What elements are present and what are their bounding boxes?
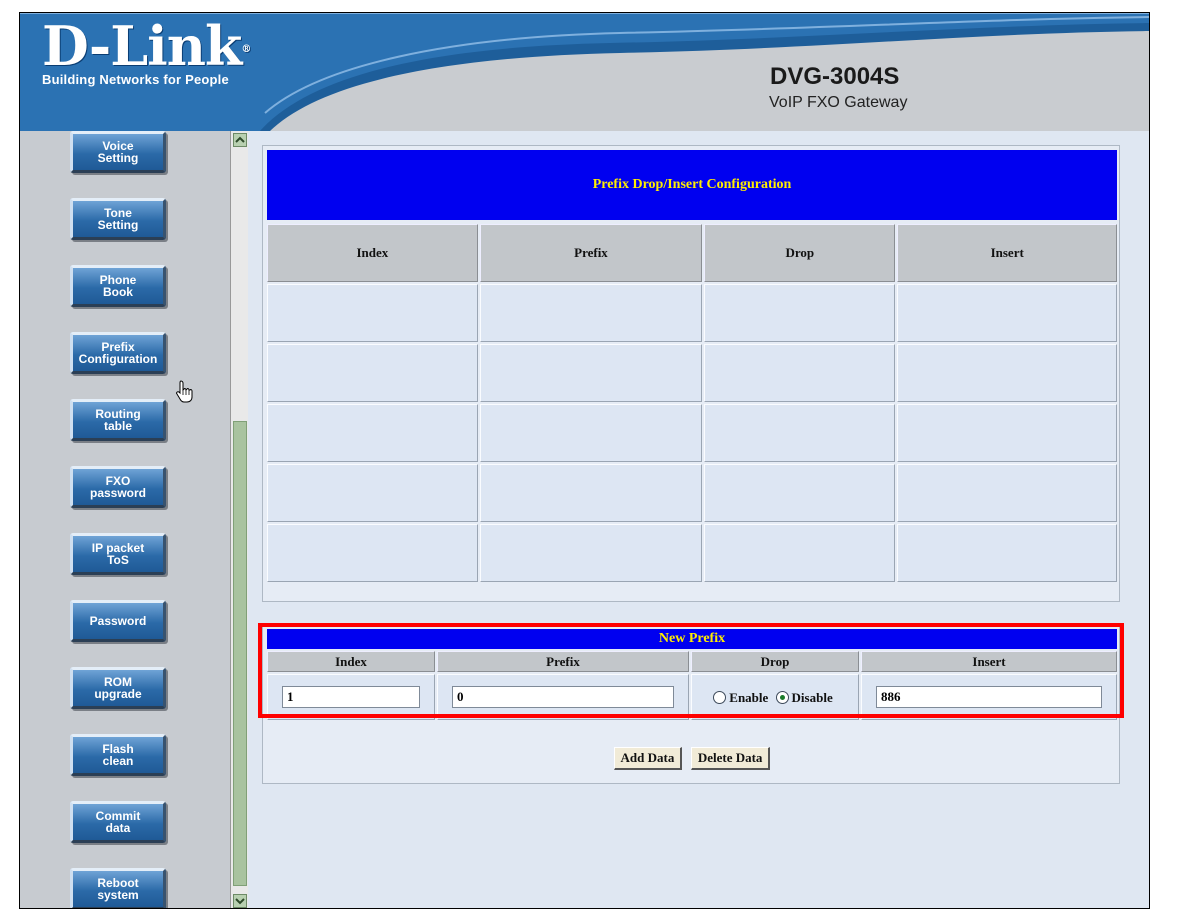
table-cell <box>479 464 703 522</box>
drop-enable-label: Enable <box>729 689 769 705</box>
column-header-drop: Drop <box>691 651 859 672</box>
column-header-prefix: Prefix <box>479 224 703 282</box>
sidebar-item-label: Prefix Configuration <box>78 340 158 366</box>
sidebar-item-label: ROM upgrade <box>94 675 142 701</box>
index-input[interactable] <box>282 686 420 708</box>
delete-data-button[interactable]: Delete Data <box>690 747 771 770</box>
browser-frame: D-Link® Building Networks for People DVG… <box>19 12 1150 909</box>
table-row: Enable Disable <box>267 674 1117 720</box>
table-cell <box>897 404 1117 462</box>
table-cell <box>704 524 896 582</box>
sidebar-item-reboot-system[interactable]: Reboot system <box>70 868 166 908</box>
prefix-list-panel: Prefix Drop/Insert Configuration Index P… <box>262 145 1120 602</box>
sidebar-item-voice-setting[interactable]: Voice Setting <box>70 131 166 173</box>
brand-tagline: Building Networks for People <box>42 72 229 87</box>
sidebar-item-label: Flash clean <box>102 742 134 768</box>
sidebar-nav: Voice Setting Tone Setting Phone Book Pr… <box>20 131 230 908</box>
drop-disable-radio[interactable] <box>775 691 789 704</box>
prefix-list-table: Index Prefix Drop Insert <box>265 222 1119 584</box>
insert-input[interactable] <box>876 686 1102 708</box>
sidebar-item-routing-table[interactable]: Routing table <box>70 399 166 441</box>
table-row <box>267 404 1117 462</box>
sidebar-item-label: Phone Book <box>99 273 137 299</box>
sidebar-item-flash-clean[interactable]: Flash clean <box>70 734 166 776</box>
table-row <box>267 344 1117 402</box>
model-name: DVG-3004S <box>770 63 900 90</box>
sidebar-item-label: FXO password <box>89 474 146 500</box>
scroll-down-arrow-icon[interactable] <box>233 894 247 908</box>
hand-pointer-cursor-icon <box>176 380 193 403</box>
sidebar-item-label: Routing table <box>95 407 141 433</box>
column-header-index: Index <box>267 651 435 672</box>
column-header-drop: Drop <box>704 224 896 282</box>
sidebar-item-label: IP packet ToS <box>91 541 145 567</box>
new-prefix-panel: New Prefix Index Prefix Drop Insert 1 0 … <box>262 624 1120 784</box>
table-cell <box>267 344 478 402</box>
table-cell <box>479 344 703 402</box>
prefix-input[interactable] <box>452 686 674 708</box>
sidebar-item-prefix-configuration[interactable]: Prefix Configuration <box>70 332 166 374</box>
column-header-insert: Insert <box>897 224 1117 282</box>
table-cell <box>267 464 478 522</box>
sidebar-item-commit-data[interactable]: Commit data <box>70 801 166 843</box>
table-cell <box>479 284 703 342</box>
main-content: Prefix Drop/Insert Configuration Index P… <box>248 131 1149 908</box>
table-cell <box>267 404 478 462</box>
brand-name: D-Link <box>42 14 242 78</box>
sidebar-item-fxo-password[interactable]: FXO password <box>70 466 166 508</box>
dlink-logo: D-Link® Building Networks for People <box>42 14 251 87</box>
prefix-list-title: Prefix Drop/Insert Configuration <box>267 150 1117 220</box>
form-button-row: Add Data Delete Data <box>263 747 1121 770</box>
table-row <box>267 524 1117 582</box>
table-cell <box>897 524 1117 582</box>
table-cell <box>897 464 1117 522</box>
scrollbar-thumb[interactable] <box>233 421 247 886</box>
table-cell <box>897 284 1117 342</box>
sidebar-item-label: Password <box>89 614 147 628</box>
table-cell <box>704 404 896 462</box>
column-header-index: Index <box>267 224 478 282</box>
prefix-cell <box>437 674 689 720</box>
sidebar-item-label: Commit data <box>95 809 141 835</box>
new-prefix-title: New Prefix <box>267 629 1117 649</box>
device-subtitle: VoIP FXO Gateway <box>769 94 908 111</box>
drop-enable-radio[interactable] <box>713 691 727 704</box>
add-data-button[interactable]: Add Data <box>613 747 683 770</box>
sidebar-item-label: Tone Setting <box>97 206 139 232</box>
sidebar-item-tone-setting[interactable]: Tone Setting <box>70 198 166 240</box>
table-cell <box>704 464 896 522</box>
scroll-up-arrow-icon[interactable] <box>233 133 247 147</box>
table-row <box>267 284 1117 342</box>
sidebar-item-rom-upgrade[interactable]: ROM upgrade <box>70 667 166 709</box>
sidebar-item-password[interactable]: Password <box>70 600 166 642</box>
sidebar-scrollbar[interactable] <box>230 131 248 908</box>
new-prefix-form-table: Index Prefix Drop Insert 1 0 Enable Disa… <box>265 649 1119 722</box>
column-header-prefix: Prefix <box>437 651 689 672</box>
column-header-insert: Insert <box>861 651 1117 672</box>
header-banner: D-Link® Building Networks for People DVG… <box>20 13 1149 131</box>
table-header-row: Index Prefix Drop Insert <box>267 651 1117 672</box>
sidebar-item-phone-book[interactable]: Phone Book <box>70 265 166 307</box>
table-cell <box>897 344 1117 402</box>
sidebar-item-ip-packet-tos[interactable]: IP packet ToS <box>70 533 166 575</box>
table-cell <box>704 344 896 402</box>
insert-cell <box>861 674 1117 720</box>
table-row <box>267 464 1117 522</box>
table-cell <box>704 284 896 342</box>
table-cell <box>479 524 703 582</box>
index-cell <box>267 674 435 720</box>
sidebar-item-label: Voice Setting <box>97 139 139 165</box>
table-cell <box>479 404 703 462</box>
sidebar-item-label: Reboot system <box>97 876 139 902</box>
table-cell <box>267 524 478 582</box>
drop-disable-label: Disable <box>791 689 833 705</box>
table-cell <box>267 284 478 342</box>
drop-cell: Enable Disable <box>691 674 859 720</box>
table-header-row: Index Prefix Drop Insert <box>267 224 1117 282</box>
